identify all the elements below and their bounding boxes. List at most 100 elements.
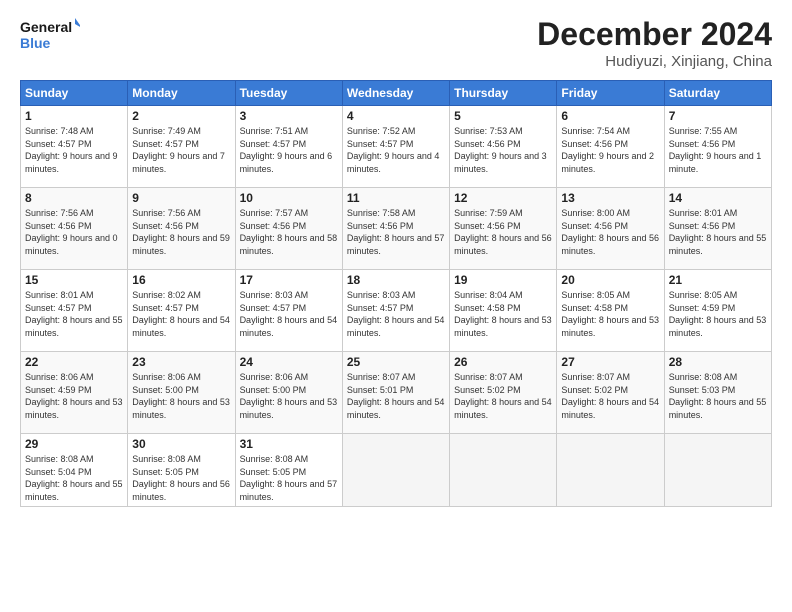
day-number: 18: [347, 273, 445, 287]
day-number: 30: [132, 437, 230, 451]
day-number: 5: [454, 109, 552, 123]
col-sunday: Sunday: [21, 81, 128, 106]
day-number: 14: [669, 191, 767, 205]
table-row: 26 Sunrise: 8:07 AMSunset: 5:02 PMDaylig…: [450, 352, 557, 434]
table-row: 11 Sunrise: 7:58 AMSunset: 4:56 PMDaylig…: [342, 188, 449, 270]
week-row-3: 15 Sunrise: 8:01 AMSunset: 4:57 PMDaylig…: [21, 270, 772, 352]
day-number: 9: [132, 191, 230, 205]
table-row: 2 Sunrise: 7:49 AMSunset: 4:57 PMDayligh…: [128, 106, 235, 188]
logo: General Blue: [20, 16, 80, 54]
day-info: Sunrise: 8:00 AMSunset: 4:56 PMDaylight:…: [561, 208, 659, 256]
day-info: Sunrise: 8:06 AMSunset: 5:00 PMDaylight:…: [132, 372, 230, 420]
table-row: 12 Sunrise: 7:59 AMSunset: 4:56 PMDaylig…: [450, 188, 557, 270]
table-row: 17 Sunrise: 8:03 AMSunset: 4:57 PMDaylig…: [235, 270, 342, 352]
table-row: 15 Sunrise: 8:01 AMSunset: 4:57 PMDaylig…: [21, 270, 128, 352]
week-row-5: 29 Sunrise: 8:08 AMSunset: 5:04 PMDaylig…: [21, 434, 772, 507]
table-row: 9 Sunrise: 7:56 AMSunset: 4:56 PMDayligh…: [128, 188, 235, 270]
week-row-1: 1 Sunrise: 7:48 AMSunset: 4:57 PMDayligh…: [21, 106, 772, 188]
day-number: 6: [561, 109, 659, 123]
table-row: 30 Sunrise: 8:08 AMSunset: 5:05 PMDaylig…: [128, 434, 235, 507]
day-number: 22: [25, 355, 123, 369]
table-row: 31 Sunrise: 8:08 AMSunset: 5:05 PMDaylig…: [235, 434, 342, 507]
table-row: [342, 434, 449, 507]
table-row: 24 Sunrise: 8:06 AMSunset: 5:00 PMDaylig…: [235, 352, 342, 434]
day-number: 29: [25, 437, 123, 451]
day-info: Sunrise: 8:08 AMSunset: 5:05 PMDaylight:…: [240, 454, 338, 502]
svg-text:General: General: [20, 19, 72, 35]
calendar-table: Sunday Monday Tuesday Wednesday Thursday…: [20, 80, 772, 507]
day-info: Sunrise: 8:03 AMSunset: 4:57 PMDaylight:…: [347, 290, 445, 338]
svg-text:Blue: Blue: [20, 35, 51, 51]
logo-svg: General Blue: [20, 16, 80, 54]
table-row: 4 Sunrise: 7:52 AMSunset: 4:57 PMDayligh…: [342, 106, 449, 188]
day-number: 1: [25, 109, 123, 123]
subtitle: Hudiyuzi, Xinjiang, China: [537, 53, 772, 70]
day-info: Sunrise: 8:08 AMSunset: 5:05 PMDaylight:…: [132, 454, 230, 502]
col-monday: Monday: [128, 81, 235, 106]
day-info: Sunrise: 7:54 AMSunset: 4:56 PMDaylight:…: [561, 126, 654, 174]
day-number: 20: [561, 273, 659, 287]
day-info: Sunrise: 8:01 AMSunset: 4:57 PMDaylight:…: [25, 290, 123, 338]
week-row-2: 8 Sunrise: 7:56 AMSunset: 4:56 PMDayligh…: [21, 188, 772, 270]
table-row: 1 Sunrise: 7:48 AMSunset: 4:57 PMDayligh…: [21, 106, 128, 188]
week-row-4: 22 Sunrise: 8:06 AMSunset: 4:59 PMDaylig…: [21, 352, 772, 434]
table-row: 5 Sunrise: 7:53 AMSunset: 4:56 PMDayligh…: [450, 106, 557, 188]
day-number: 12: [454, 191, 552, 205]
page: General Blue December 2024 Hudiyuzi, Xin…: [0, 0, 792, 612]
table-row: 7 Sunrise: 7:55 AMSunset: 4:56 PMDayligh…: [664, 106, 771, 188]
day-number: 2: [132, 109, 230, 123]
day-info: Sunrise: 8:02 AMSunset: 4:57 PMDaylight:…: [132, 290, 230, 338]
table-row: [664, 434, 771, 507]
day-info: Sunrise: 7:53 AMSunset: 4:56 PMDaylight:…: [454, 126, 547, 174]
header-row: Sunday Monday Tuesday Wednesday Thursday…: [21, 81, 772, 106]
day-info: Sunrise: 8:08 AMSunset: 5:03 PMDaylight:…: [669, 372, 767, 420]
day-info: Sunrise: 7:56 AMSunset: 4:56 PMDaylight:…: [132, 208, 230, 256]
day-number: 13: [561, 191, 659, 205]
col-thursday: Thursday: [450, 81, 557, 106]
day-number: 19: [454, 273, 552, 287]
table-row: 20 Sunrise: 8:05 AMSunset: 4:58 PMDaylig…: [557, 270, 664, 352]
day-number: 4: [347, 109, 445, 123]
table-row: 14 Sunrise: 8:01 AMSunset: 4:56 PMDaylig…: [664, 188, 771, 270]
table-row: 10 Sunrise: 7:57 AMSunset: 4:56 PMDaylig…: [235, 188, 342, 270]
day-info: Sunrise: 8:03 AMSunset: 4:57 PMDaylight:…: [240, 290, 338, 338]
table-row: [557, 434, 664, 507]
day-number: 3: [240, 109, 338, 123]
day-number: 17: [240, 273, 338, 287]
table-row: 25 Sunrise: 8:07 AMSunset: 5:01 PMDaylig…: [342, 352, 449, 434]
table-row: 22 Sunrise: 8:06 AMSunset: 4:59 PMDaylig…: [21, 352, 128, 434]
day-info: Sunrise: 8:05 AMSunset: 4:58 PMDaylight:…: [561, 290, 659, 338]
day-info: Sunrise: 7:55 AMSunset: 4:56 PMDaylight:…: [669, 126, 762, 174]
day-info: Sunrise: 7:49 AMSunset: 4:57 PMDaylight:…: [132, 126, 225, 174]
day-info: Sunrise: 8:05 AMSunset: 4:59 PMDaylight:…: [669, 290, 767, 338]
day-info: Sunrise: 8:06 AMSunset: 5:00 PMDaylight:…: [240, 372, 338, 420]
col-wednesday: Wednesday: [342, 81, 449, 106]
table-row: 29 Sunrise: 8:08 AMSunset: 5:04 PMDaylig…: [21, 434, 128, 507]
table-row: 16 Sunrise: 8:02 AMSunset: 4:57 PMDaylig…: [128, 270, 235, 352]
day-number: 8: [25, 191, 123, 205]
day-info: Sunrise: 7:48 AMSunset: 4:57 PMDaylight:…: [25, 126, 118, 174]
day-number: 10: [240, 191, 338, 205]
day-info: Sunrise: 8:07 AMSunset: 5:01 PMDaylight:…: [347, 372, 445, 420]
day-info: Sunrise: 7:59 AMSunset: 4:56 PMDaylight:…: [454, 208, 552, 256]
table-row: 6 Sunrise: 7:54 AMSunset: 4:56 PMDayligh…: [557, 106, 664, 188]
day-info: Sunrise: 7:57 AMSunset: 4:56 PMDaylight:…: [240, 208, 338, 256]
table-row: 23 Sunrise: 8:06 AMSunset: 5:00 PMDaylig…: [128, 352, 235, 434]
table-row: 13 Sunrise: 8:00 AMSunset: 4:56 PMDaylig…: [557, 188, 664, 270]
day-info: Sunrise: 8:07 AMSunset: 5:02 PMDaylight:…: [454, 372, 552, 420]
title-block: December 2024 Hudiyuzi, Xinjiang, China: [537, 16, 772, 70]
table-row: 8 Sunrise: 7:56 AMSunset: 4:56 PMDayligh…: [21, 188, 128, 270]
day-number: 28: [669, 355, 767, 369]
day-info: Sunrise: 8:08 AMSunset: 5:04 PMDaylight:…: [25, 454, 123, 502]
table-row: 21 Sunrise: 8:05 AMSunset: 4:59 PMDaylig…: [664, 270, 771, 352]
col-tuesday: Tuesday: [235, 81, 342, 106]
col-friday: Friday: [557, 81, 664, 106]
day-info: Sunrise: 7:56 AMSunset: 4:56 PMDaylight:…: [25, 208, 118, 256]
main-title: December 2024: [537, 16, 772, 53]
day-info: Sunrise: 8:07 AMSunset: 5:02 PMDaylight:…: [561, 372, 659, 420]
day-number: 16: [132, 273, 230, 287]
day-number: 11: [347, 191, 445, 205]
day-number: 31: [240, 437, 338, 451]
header: General Blue December 2024 Hudiyuzi, Xin…: [20, 16, 772, 70]
day-info: Sunrise: 7:58 AMSunset: 4:56 PMDaylight:…: [347, 208, 445, 256]
